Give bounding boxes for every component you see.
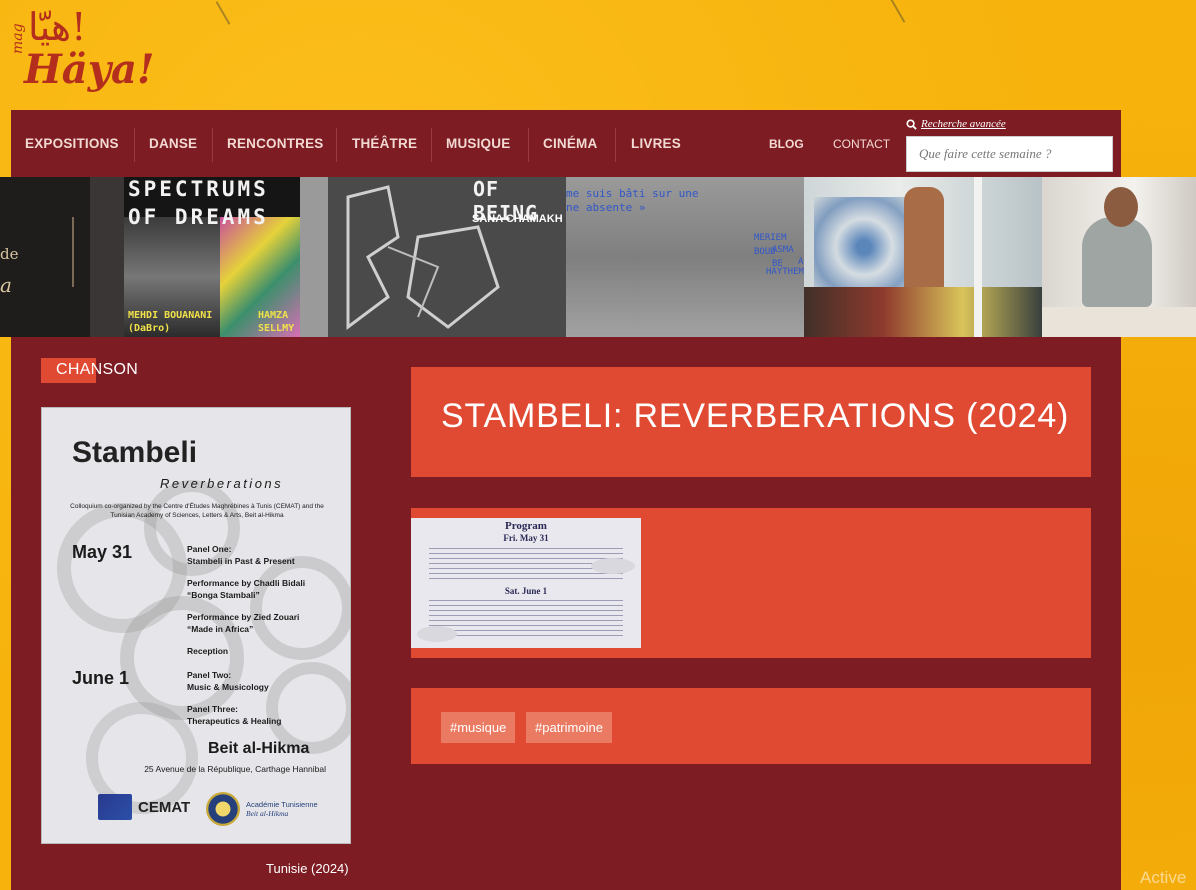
program-day2: Sat. June 1 [504, 586, 548, 596]
nav-item-livres[interactable]: LIVRES [631, 110, 681, 177]
program-day1: Fri. May 31 [503, 533, 549, 543]
program-thumbnail[interactable]: Program Fri. May 31 Sat. June 1 [411, 518, 641, 648]
tag-musique[interactable]: #musique [441, 712, 516, 743]
search-input[interactable] [906, 136, 1113, 172]
article-title: STAMBELI: REVERBERATIONS (2024) [441, 397, 1070, 435]
banner-tile[interactable] [1042, 177, 1196, 337]
nav-divider [528, 128, 529, 162]
advanced-search-link[interactable]: Recherche avancée [906, 117, 1006, 131]
banner-tile[interactable]: de a [0, 177, 124, 337]
banner-tile-text: HAYTHEM [766, 267, 804, 277]
nav-divider [134, 128, 135, 162]
search-icon [906, 118, 917, 130]
nav-divider [615, 128, 616, 162]
banner-tile[interactable] [804, 177, 1042, 337]
logo-arabic-text: هيّا! [28, 5, 87, 49]
banner-tile-title: OF DREAMS [128, 205, 269, 229]
academy-logo: Académie Tunisienne Beit al-Hikma [206, 792, 318, 826]
banner-tile[interactable]: OF BEING SANA CHAMAKH [328, 177, 566, 337]
academy-logo-line2: Beit al-Hikma [246, 809, 289, 818]
poster-item-head: Panel Two: [187, 670, 232, 680]
article-title-box: STAMBELI: REVERBERATIONS (2024) [411, 367, 1091, 477]
activation-watermark: Active [1140, 868, 1187, 887]
category-text: CHANSON [56, 361, 139, 378]
banner-tile-text: me suis bâti sur une [566, 187, 699, 200]
banner-tile-artist: HAMZA [258, 310, 289, 321]
poster-item-body: “Made in Africa” [187, 624, 254, 634]
advanced-search-label: Recherche avancée [921, 118, 1006, 130]
nav-item-rencontres[interactable]: RENCONTRES [227, 110, 324, 177]
banner-tile[interactable]: SPECTRUMS OF DREAMS MEHDI BOUANANI (DaBr… [124, 177, 328, 337]
nav-divider [212, 128, 213, 162]
category-label[interactable]: CHANSON [41, 358, 171, 383]
poster-item-head: Panel Three: [187, 704, 239, 714]
poster-item-head: Reception [187, 646, 229, 656]
nav-item-cinema[interactable]: CINÉMA [543, 110, 597, 177]
nav-item-musique[interactable]: MUSIQUE [446, 110, 510, 177]
tag-patrimoine[interactable]: #patrimoine [526, 712, 612, 743]
banner-tile-artist: SANA CHAMAKH [472, 213, 563, 225]
nav-item-danse[interactable]: DANSE [149, 110, 197, 177]
program-title: Program [505, 520, 547, 532]
article-gallery: Program Fri. May 31 Sat. June 1 [411, 508, 1091, 658]
banner-tile-title: SPECTRUMS [128, 177, 269, 201]
poster-day1: May 31 [72, 542, 133, 562]
cemat-logo-text: CEMAT [138, 798, 191, 816]
banner-tile[interactable]: me suis bâti sur une ne absente » MERIEM… [566, 177, 804, 337]
tags-box: #musique #patrimoine [411, 688, 1091, 764]
poster-item-head: Performance by Chadli Bidali [187, 578, 306, 588]
poster-item-body: Music & Musicology [187, 682, 269, 692]
poster-item-body: “Bonga Stambali” [187, 590, 260, 600]
poster-caption: Tunisie (2024) [266, 861, 349, 876]
event-poster[interactable]: Stambeli Reverberations Colloquium co-or… [41, 407, 351, 844]
poster-title: Stambeli [72, 436, 198, 469]
event-banner: de a SPECTRUMS OF DREAMS MEHDI BOUANANI … [0, 177, 1196, 337]
poster-venue: Beit al-Hikma [208, 740, 310, 757]
nav-item-theatre[interactable]: THÉÂTRE [352, 110, 417, 177]
nav-contact-link[interactable]: CONTACT [833, 110, 890, 177]
poster-item-body: Therapeutics & Healing [187, 716, 282, 726]
poster-address: 25 Avenue de la République, Carthage Han… [144, 764, 326, 774]
poster-day2: June 1 [72, 668, 130, 688]
banner-tile-text: de [0, 245, 19, 263]
site-logo[interactable]: mag هيّا! Häya! [10, 5, 154, 102]
poster-item-head: Panel One: [187, 544, 232, 554]
poster-subtitle: Reverberations [160, 476, 284, 491]
nav-blog-link[interactable]: BLOG [769, 110, 804, 177]
cemat-logo: CEMAT [98, 794, 190, 820]
banner-tile-text: ne absente » [566, 201, 646, 214]
nav-item-expositions[interactable]: EXPOSITIONS [25, 110, 119, 177]
article-panel: CHANSON Stambeli Reverberations Colloqui… [11, 337, 1121, 890]
nav-divider [431, 128, 432, 162]
banner-tile-artist: (DaBro) [128, 323, 171, 334]
poster-item-head: Performance by Zied Zouari [187, 612, 300, 622]
logo-latin-text: Häya! [24, 46, 155, 93]
nav-divider [336, 128, 337, 162]
banner-tile-artist: SELLMY [258, 323, 295, 334]
poster-item-body: Stambeli in Past & Present [187, 556, 295, 566]
banner-tile-artist: MEHDI BOUANANI [128, 310, 213, 321]
academy-logo-line1: Académie Tunisienne [246, 800, 318, 809]
poster-intro: Colloquium co-organized by the Centre d'… [70, 503, 324, 519]
main-nav: EXPOSITIONS DANSE RENCONTRES THÉÂTRE MUS… [11, 110, 1121, 177]
